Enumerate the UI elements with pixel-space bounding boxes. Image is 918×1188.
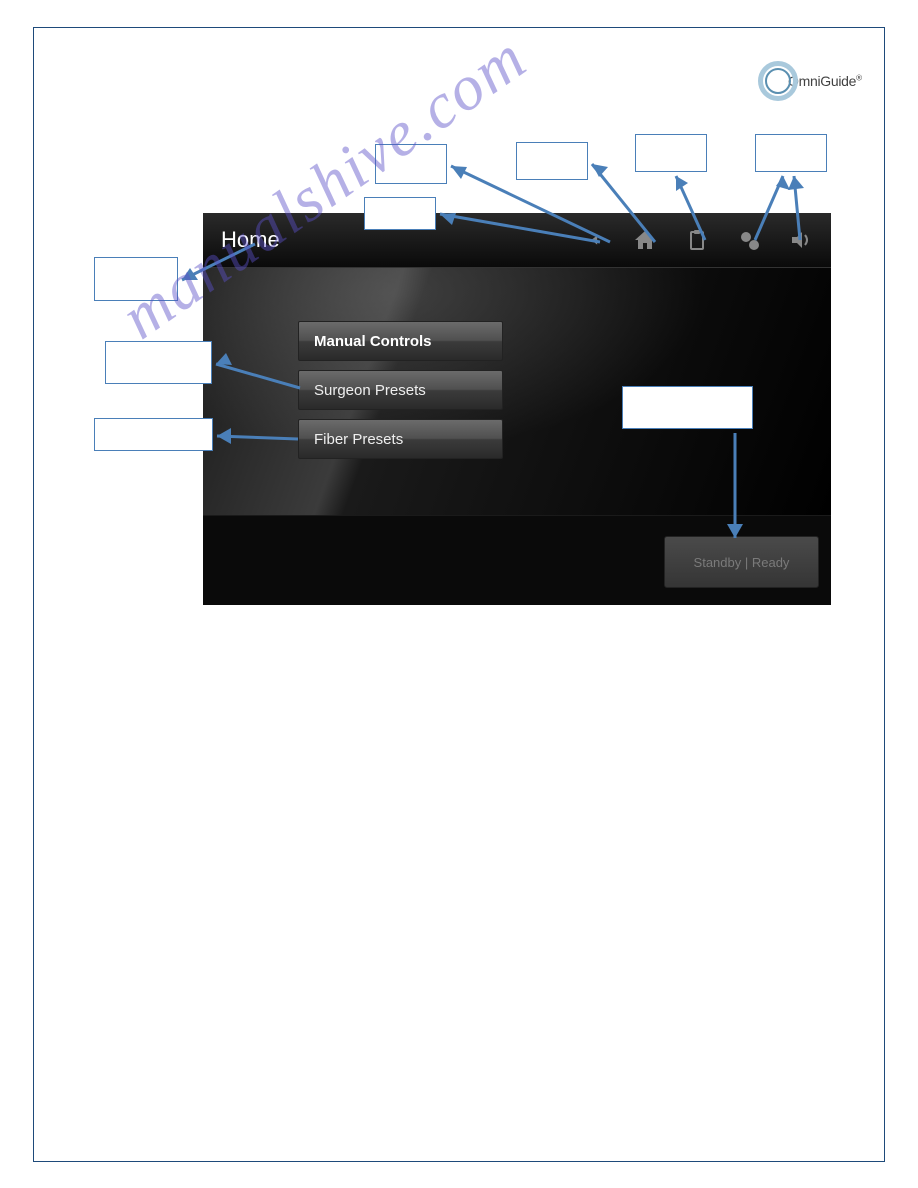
callout-box [105,341,212,384]
callout-box [516,142,588,180]
callout-box [94,418,213,451]
callout-box [755,134,827,172]
callout-box [635,134,707,172]
callout-box [622,386,753,429]
callout-box [94,257,178,301]
callout-box [375,144,447,184]
callout-box [364,197,436,230]
